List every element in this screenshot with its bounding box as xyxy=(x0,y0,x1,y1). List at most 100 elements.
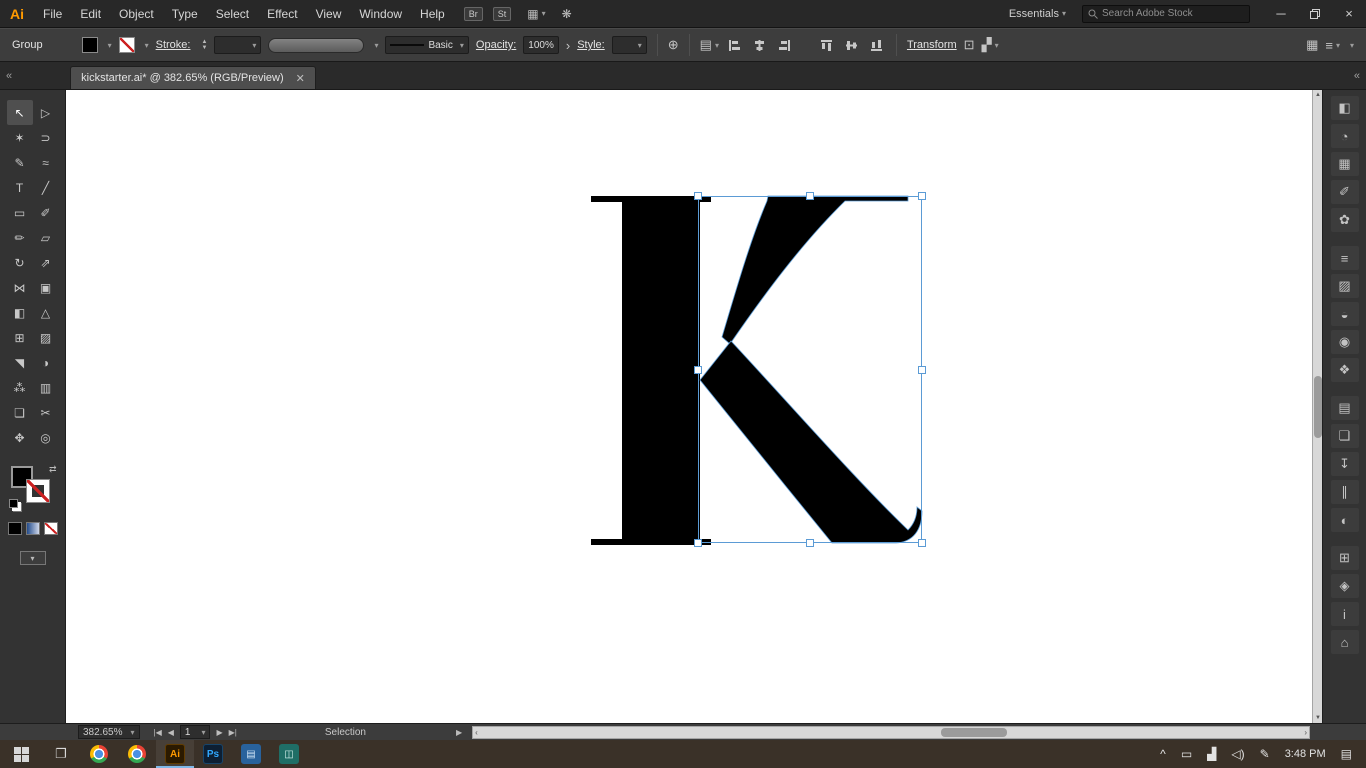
panel-libraries[interactable]: ⌂ xyxy=(1331,630,1359,654)
eraser-tool[interactable]: ▱ xyxy=(33,225,59,250)
last-artboard-button[interactable]: ▶| xyxy=(229,728,237,737)
document-layout-icon[interactable]: ▦ xyxy=(1306,37,1318,53)
type-tool[interactable]: T xyxy=(7,175,33,200)
scroll-down-arrow[interactable]: ▼ xyxy=(1313,713,1323,723)
panel-color[interactable]: ◧ xyxy=(1331,96,1359,120)
panel-transparency[interactable]: ◒ xyxy=(1331,302,1359,326)
opacity-field[interactable]: 100% xyxy=(523,36,559,54)
fill-color-swatch[interactable] xyxy=(82,37,98,53)
stock-button[interactable]: St xyxy=(493,7,512,21)
align-horizontal-left-icon[interactable] xyxy=(726,36,744,54)
panel-align[interactable]: ∥ xyxy=(1331,480,1359,504)
artboard-tool[interactable]: ❏ xyxy=(7,400,33,425)
selection-handle[interactable] xyxy=(807,193,814,200)
menu-view[interactable]: View xyxy=(307,7,351,21)
taskbar-photoshop[interactable]: Ps xyxy=(194,740,232,768)
volume-icon[interactable]: ◁) xyxy=(1231,747,1244,761)
align-vertical-bottom-icon[interactable] xyxy=(868,36,886,54)
collapse-toolbar-icon[interactable]: « xyxy=(0,70,18,82)
slice-tool[interactable]: ✂ xyxy=(33,400,59,425)
battery-icon[interactable]: ▭ xyxy=(1181,747,1192,761)
pen-input-icon[interactable]: ✎ xyxy=(1260,747,1270,761)
panel-info[interactable]: i xyxy=(1331,602,1359,626)
perspective-grid-tool[interactable]: △ xyxy=(33,300,59,325)
vertical-scrollbar[interactable]: ▲ ▼ xyxy=(1312,90,1322,723)
lasso-tool[interactable]: ⊃ xyxy=(33,125,59,150)
selection-handle[interactable] xyxy=(695,193,702,200)
vertical-scroll-thumb[interactable] xyxy=(1314,376,1322,438)
panel-swatches[interactable]: ▦ xyxy=(1331,152,1359,176)
chevron-down-icon[interactable]: ▾ xyxy=(145,41,149,50)
transform-panel-link[interactable]: Transform xyxy=(907,39,957,51)
workspace-switcher[interactable]: Essentials▾ xyxy=(1009,8,1066,20)
previous-artboard-button[interactable]: ◀ xyxy=(168,728,174,737)
none-button[interactable] xyxy=(44,522,58,535)
minimize-button[interactable]: ─ xyxy=(1264,0,1298,28)
pencil-tool[interactable]: ✏ xyxy=(7,225,33,250)
horizontal-scroll-thumb[interactable] xyxy=(941,728,1007,737)
panel-graphic-styles[interactable]: ❖ xyxy=(1331,358,1359,382)
gradient-button[interactable] xyxy=(26,522,40,535)
menu-help[interactable]: Help xyxy=(411,7,454,21)
taskbar-illustrator[interactable]: Ai xyxy=(156,740,194,768)
panel-appearance[interactable]: ◉ xyxy=(1331,330,1359,354)
action-center-icon[interactable]: ▤ xyxy=(1341,747,1352,761)
menu-type[interactable]: Type xyxy=(163,7,207,21)
selection-handle[interactable] xyxy=(919,540,926,547)
first-artboard-button[interactable]: |◀ xyxy=(154,728,162,737)
width-tool[interactable]: ⋈ xyxy=(7,275,33,300)
network-icon[interactable]: ▟ xyxy=(1207,747,1216,761)
panel-layers[interactable]: ▤ xyxy=(1331,396,1359,420)
column-graph-tool[interactable]: ▥ xyxy=(33,375,59,400)
scroll-up-arrow[interactable]: ▲ xyxy=(1313,90,1323,100)
selection-tool[interactable]: ↖ xyxy=(7,100,33,125)
opacity-panel-link[interactable]: Opacity: xyxy=(476,39,516,51)
chevron-down-icon[interactable]: ▾ xyxy=(108,41,112,50)
panel-transform[interactable]: ⊞ xyxy=(1331,546,1359,570)
horizontal-scrollbar[interactable]: ‹ › xyxy=(472,726,1310,739)
zoom-level-dropdown[interactable]: 382.65%▾ xyxy=(78,725,140,739)
panel-navigator[interactable]: ◈ xyxy=(1331,574,1359,598)
panel-brushes[interactable]: ✐ xyxy=(1331,180,1359,204)
start-button[interactable] xyxy=(0,740,42,768)
free-transform-icon[interactable]: ⊡ xyxy=(964,37,975,53)
graphic-style-dropdown[interactable]: ▾ xyxy=(612,36,647,54)
overflow-chevron-icon[interactable]: ▾ xyxy=(1347,41,1354,50)
free-transform-tool[interactable]: ▣ xyxy=(33,275,59,300)
direct-selection-tool[interactable]: ▷ xyxy=(33,100,59,125)
taskbar-chrome-2[interactable] xyxy=(118,740,156,768)
selection-handle[interactable] xyxy=(695,367,702,374)
selection-handle[interactable] xyxy=(695,540,702,547)
restore-button[interactable] xyxy=(1298,0,1332,28)
eyedropper-tool[interactable]: ◥ xyxy=(7,350,33,375)
color-button[interactable] xyxy=(8,522,22,535)
stroke-panel-link[interactable]: Stroke: xyxy=(156,39,191,51)
gradient-tool[interactable]: ▨ xyxy=(33,325,59,350)
stroke-weight-combo[interactable]: ▾ xyxy=(214,36,261,54)
scroll-left-arrow[interactable]: ‹ xyxy=(475,728,478,737)
align-vertical-center-icon[interactable] xyxy=(843,36,861,54)
selection-handle[interactable] xyxy=(807,540,814,547)
stroke-weight-stepper[interactable]: ▲▼ xyxy=(201,39,207,51)
menu-effect[interactable]: Effect xyxy=(258,7,306,21)
collapse-panels-icon[interactable]: « xyxy=(1348,70,1366,82)
taskbar-file-explorer[interactable]: ❐ xyxy=(42,740,80,768)
rotate-tool[interactable]: ↻ xyxy=(7,250,33,275)
taskbar-chrome[interactable] xyxy=(80,740,118,768)
menu-edit[interactable]: Edit xyxy=(71,7,110,21)
k-stem-path[interactable] xyxy=(591,196,711,545)
gpu-performance-icon[interactable]: ❋ xyxy=(562,7,572,21)
curvature-tool[interactable]: ≈ xyxy=(33,150,59,175)
panel-asset-export[interactable]: ↧ xyxy=(1331,452,1359,476)
align-horizontal-center-icon[interactable] xyxy=(751,36,769,54)
arrange-documents-icon[interactable]: ▦▾ xyxy=(527,7,545,21)
recolor-artwork-icon[interactable]: ⊕ xyxy=(668,37,679,53)
panel-color-guide[interactable]: ◔ xyxy=(1331,124,1359,148)
screen-mode-button[interactable]: ▾ xyxy=(20,551,46,565)
magic-wand-tool[interactable]: ✶ xyxy=(7,125,33,150)
align-vertical-top-icon[interactable] xyxy=(818,36,836,54)
adobe-stock-search[interactable] xyxy=(1082,5,1250,23)
taskbar-clock[interactable]: 3:48 PM xyxy=(1285,748,1326,760)
artboard-number-field[interactable]: 1▾ xyxy=(180,725,211,739)
default-fill-stroke-icon[interactable] xyxy=(9,499,18,508)
